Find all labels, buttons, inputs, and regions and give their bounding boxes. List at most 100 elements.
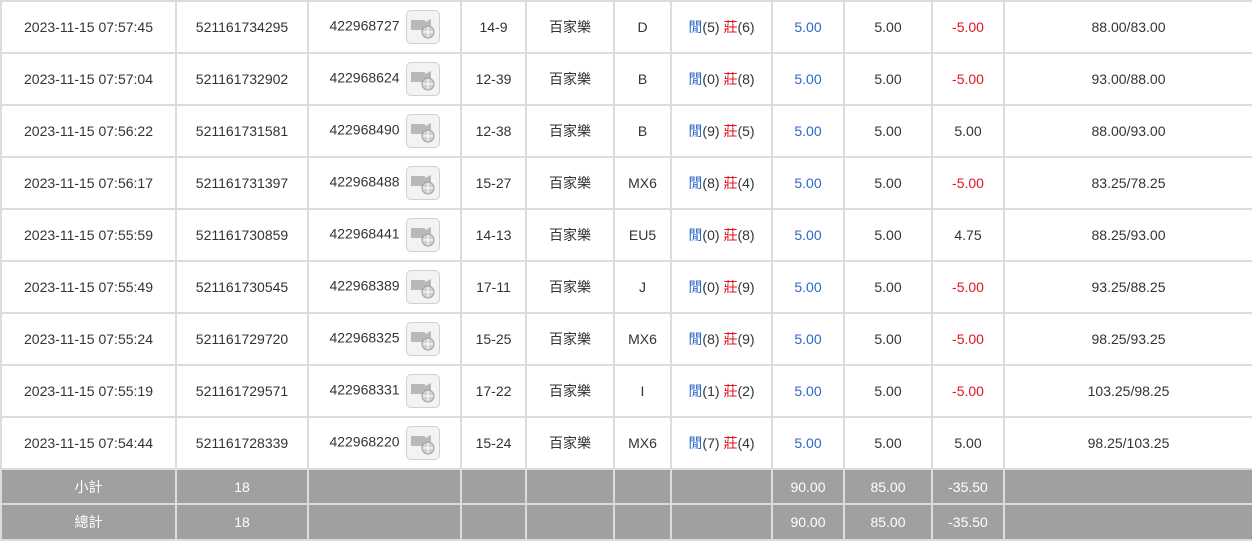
win-loss: 5.00 bbox=[931, 104, 1005, 158]
round-id: 422968220 bbox=[329, 433, 400, 450]
video-replay-icon[interactable] bbox=[405, 322, 440, 356]
round-id-cell: 422968488 bbox=[307, 156, 462, 210]
table-name: MX6 bbox=[613, 312, 672, 366]
bet-time: 2023-11-15 07:54:44 bbox=[0, 416, 177, 470]
round-id: 422968325 bbox=[329, 329, 400, 346]
video-replay-icon[interactable] bbox=[405, 374, 440, 408]
bet-records-table: 2023-11-15 07:57:45 521161734295 4229687… bbox=[0, 0, 1252, 541]
game-type: 百家樂 bbox=[525, 364, 615, 418]
video-replay-icon[interactable] bbox=[405, 10, 440, 44]
table-name: MX6 bbox=[613, 416, 672, 470]
shoe-round: 17-22 bbox=[460, 364, 527, 418]
shoe-round: 15-25 bbox=[460, 312, 527, 366]
shoe-round: 14-9 bbox=[460, 0, 527, 54]
player-points: (0) bbox=[702, 227, 720, 243]
bet-time: 2023-11-15 07:55:49 bbox=[0, 260, 177, 314]
banker-points: (8) bbox=[737, 71, 755, 87]
result-cell: 閒(0) 莊(8) bbox=[670, 52, 773, 106]
banker-points: (2) bbox=[737, 383, 755, 399]
game-type: 百家樂 bbox=[525, 156, 615, 210]
subtotal-valid: 85.00 bbox=[843, 468, 933, 505]
subtotal-win-loss: -35.50 bbox=[931, 468, 1005, 505]
banker-points: (4) bbox=[737, 435, 755, 451]
banker-points: (6) bbox=[737, 19, 755, 35]
shoe-round: 15-27 bbox=[460, 156, 527, 210]
balance-change: 103.25/98.25 bbox=[1003, 364, 1252, 418]
video-replay-icon[interactable] bbox=[405, 62, 440, 96]
subtotal-bet: 90.00 bbox=[771, 468, 845, 505]
round-id-cell: 422968441 bbox=[307, 208, 462, 262]
player-label: 閒 bbox=[688, 175, 703, 191]
bet-time: 2023-11-15 07:57:45 bbox=[0, 0, 177, 54]
player-label: 閒 bbox=[688, 123, 703, 139]
total-bet: 90.00 bbox=[771, 503, 845, 541]
table-name: EU5 bbox=[613, 208, 672, 262]
player-label: 閒 bbox=[688, 71, 703, 87]
round-id: 422968331 bbox=[329, 381, 400, 398]
player-label: 閒 bbox=[688, 383, 703, 399]
valid-bet: 5.00 bbox=[843, 416, 933, 470]
bet-time: 2023-11-15 07:55:59 bbox=[0, 208, 177, 262]
round-id: 422968727 bbox=[329, 17, 400, 34]
bet-id: 521161730545 bbox=[175, 260, 309, 314]
video-replay-icon[interactable] bbox=[405, 426, 440, 460]
bet-time: 2023-11-15 07:55:19 bbox=[0, 364, 177, 418]
player-points: (5) bbox=[702, 19, 720, 35]
bet-amount: 5.00 bbox=[771, 208, 845, 262]
table-row: 2023-11-15 07:56:22 521161731581 4229684… bbox=[0, 104, 1252, 158]
valid-bet: 5.00 bbox=[843, 156, 933, 210]
banker-label: 莊 bbox=[723, 279, 738, 295]
balance-change: 88.00/83.00 bbox=[1003, 0, 1252, 54]
valid-bet: 5.00 bbox=[843, 104, 933, 158]
bet-amount: 5.00 bbox=[771, 260, 845, 314]
bet-amount: 5.00 bbox=[771, 416, 845, 470]
bet-time: 2023-11-15 07:56:17 bbox=[0, 156, 177, 210]
game-type: 百家樂 bbox=[525, 104, 615, 158]
bet-id: 521161730859 bbox=[175, 208, 309, 262]
win-loss: 5.00 bbox=[931, 416, 1005, 470]
table-body: 2023-11-15 07:57:45 521161734295 4229687… bbox=[0, 0, 1252, 470]
round-id-cell: 422968727 bbox=[307, 0, 462, 54]
round-id-cell: 422968220 bbox=[307, 416, 462, 470]
player-label: 閒 bbox=[688, 19, 703, 35]
bet-id: 521161731581 bbox=[175, 104, 309, 158]
result-cell: 閒(7) 莊(4) bbox=[670, 416, 773, 470]
result-cell: 閒(0) 莊(9) bbox=[670, 260, 773, 314]
valid-bet: 5.00 bbox=[843, 52, 933, 106]
round-id-cell: 422968389 bbox=[307, 260, 462, 314]
bet-id: 521161734295 bbox=[175, 0, 309, 54]
bet-amount: 5.00 bbox=[771, 104, 845, 158]
video-replay-icon[interactable] bbox=[405, 114, 440, 148]
valid-bet: 5.00 bbox=[843, 364, 933, 418]
round-id-cell: 422968624 bbox=[307, 52, 462, 106]
video-replay-icon[interactable] bbox=[405, 270, 440, 304]
banker-label: 莊 bbox=[723, 123, 738, 139]
result-cell: 閒(1) 莊(2) bbox=[670, 364, 773, 418]
player-label: 閒 bbox=[688, 435, 703, 451]
total-win-loss: -35.50 bbox=[931, 503, 1005, 541]
player-points: (7) bbox=[702, 435, 720, 451]
banker-label: 莊 bbox=[723, 383, 738, 399]
video-replay-icon[interactable] bbox=[405, 218, 440, 252]
bet-time: 2023-11-15 07:57:04 bbox=[0, 52, 177, 106]
valid-bet: 5.00 bbox=[843, 312, 933, 366]
player-points: (8) bbox=[702, 331, 720, 347]
round-id-cell: 422968331 bbox=[307, 364, 462, 418]
balance-change: 98.25/93.25 bbox=[1003, 312, 1252, 366]
bet-id: 521161729720 bbox=[175, 312, 309, 366]
bet-amount: 5.00 bbox=[771, 312, 845, 366]
valid-bet: 5.00 bbox=[843, 0, 933, 54]
result-cell: 閒(9) 莊(5) bbox=[670, 104, 773, 158]
shoe-round: 15-24 bbox=[460, 416, 527, 470]
video-replay-icon[interactable] bbox=[405, 166, 440, 200]
round-id-cell: 422968490 bbox=[307, 104, 462, 158]
player-label: 閒 bbox=[688, 331, 703, 347]
table-name: I bbox=[613, 364, 672, 418]
total-row: 總計 18 90.00 85.00 -35.50 bbox=[0, 503, 1252, 541]
banker-points: (8) bbox=[737, 227, 755, 243]
banker-points: (4) bbox=[737, 175, 755, 191]
win-loss: -5.00 bbox=[931, 260, 1005, 314]
balance-change: 88.25/93.00 bbox=[1003, 208, 1252, 262]
table-name: D bbox=[613, 0, 672, 54]
game-type: 百家樂 bbox=[525, 208, 615, 262]
